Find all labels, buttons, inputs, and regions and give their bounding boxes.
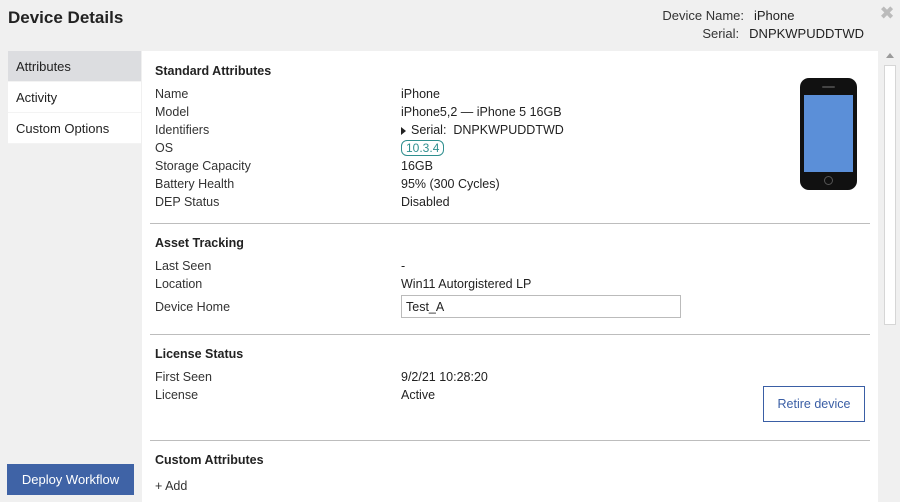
- retire-device-button[interactable]: Retire device: [763, 386, 865, 422]
- details-panel: Standard Attributes Name iPhone Model iP…: [142, 51, 878, 502]
- serial-value: DNPKWPUDDTWD: [749, 26, 864, 41]
- sidebar-item-activity[interactable]: Activity: [8, 82, 141, 113]
- custom-attributes-section: Custom Attributes + Add: [150, 441, 870, 495]
- identifiers-toggle[interactable]: Serial: DNPKWPUDDTWD: [401, 121, 564, 139]
- asset-tracking-section: Asset Tracking Last Seen - Location Win1…: [150, 224, 870, 334]
- attr-row-model: Model iPhone5,2 — iPhone 5 16GB: [155, 105, 562, 119]
- scroll-up-icon[interactable]: [886, 53, 894, 58]
- section-heading: Custom Attributes: [155, 453, 264, 467]
- device-name-label: Device Name:: [662, 8, 744, 23]
- scroll-thumb[interactable]: [884, 65, 896, 325]
- attr-row-os: OS 10.3.4: [150, 139, 870, 157]
- license-status-section: License Status First Seen 9/2/21 10:28:2…: [150, 335, 870, 440]
- sidebar: Attributes Activity Custom Options: [8, 51, 141, 144]
- device-name-value: iPhone: [754, 8, 795, 23]
- device-summary: Device Name: iPhone Serial: DNPKWPUDDTWD: [662, 7, 864, 43]
- expand-triangle-icon: [401, 126, 406, 135]
- page-title: Device Details: [8, 8, 124, 27]
- location-link[interactable]: Win11 Autorgistered LP: [401, 275, 531, 293]
- header: Device Details Device Name: iPhone Seria…: [0, 0, 900, 48]
- attr-row-dep: DEP Status Disabled: [155, 195, 450, 209]
- asset-row-last-seen: Last Seen -: [155, 259, 406, 273]
- device-home-input[interactable]: [401, 295, 681, 318]
- section-heading: License Status: [155, 347, 244, 361]
- asset-row-location: Location Win11 Autorgistered LP: [155, 275, 532, 293]
- attr-row-battery: Battery Health 95% (300 Cycles): [155, 177, 500, 191]
- asset-row-device-home: Device Home: [150, 295, 870, 318]
- scrollbar[interactable]: [882, 51, 898, 502]
- sidebar-item-attributes[interactable]: Attributes: [8, 51, 141, 82]
- attr-row-storage: Storage Capacity 16GB: [155, 159, 433, 173]
- close-icon[interactable]: ✖: [878, 4, 896, 22]
- section-heading: Asset Tracking: [155, 236, 244, 250]
- section-heading: Standard Attributes: [155, 64, 272, 78]
- os-version-badge: 10.3.4: [401, 140, 445, 156]
- add-custom-attribute-link[interactable]: + Add: [155, 477, 187, 495]
- serial-label: Serial:: [702, 26, 740, 41]
- device-image-icon: [800, 78, 857, 190]
- license-row-license: License Active: [155, 388, 436, 402]
- attr-row-identifiers: Identifiers Serial: DNPKWPUDDTWD: [155, 121, 564, 139]
- attr-row-name: Name iPhone: [155, 87, 440, 101]
- license-row-first-seen: First Seen 9/2/21 10:28:20: [155, 370, 488, 384]
- sidebar-item-custom-options[interactable]: Custom Options: [8, 113, 141, 144]
- deploy-workflow-button[interactable]: Deploy Workflow: [7, 464, 134, 495]
- standard-attributes-section: Standard Attributes Name iPhone Model iP…: [150, 51, 870, 223]
